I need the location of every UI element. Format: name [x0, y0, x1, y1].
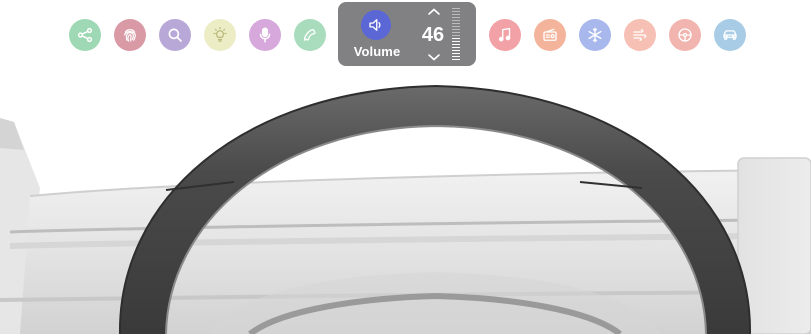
volume-tick — [452, 47, 460, 48]
fingerprint-icon — [124, 29, 136, 42]
volume-tick — [452, 56, 460, 57]
steering-icon — [678, 28, 692, 42]
chevron-down-icon — [428, 54, 440, 61]
lightbulb-button[interactable] — [204, 19, 236, 51]
volume-tick — [452, 53, 460, 54]
lightbulb-icon — [213, 26, 227, 42]
microphone-button[interactable] — [249, 19, 281, 51]
volume-tick — [452, 41, 460, 42]
snowflake-icon — [588, 27, 602, 43]
volume-tick — [452, 11, 460, 12]
volume-tick — [452, 44, 460, 45]
climate-button[interactable] — [579, 19, 611, 51]
volume-tick — [452, 59, 460, 60]
radio-icon — [543, 28, 557, 41]
microphone-icon — [259, 27, 271, 43]
volume-down-button[interactable] — [426, 51, 442, 63]
volume-tick — [452, 35, 460, 36]
share-button[interactable] — [69, 19, 101, 51]
fingerprint-button[interactable] — [114, 19, 146, 51]
volume-tick — [452, 29, 460, 30]
volume-value: 46 — [421, 24, 445, 46]
search-icon — [168, 28, 182, 42]
volume-control-panel: Volume 46 — [338, 2, 476, 66]
music-icon — [498, 27, 511, 42]
phone-icon — [303, 29, 316, 41]
car-icon — [723, 30, 737, 40]
volume-tick — [452, 14, 460, 15]
chevron-up-icon — [428, 8, 440, 15]
volume-label: Volume — [353, 44, 401, 59]
volume-tick — [452, 38, 460, 39]
music-button[interactable] — [489, 19, 521, 51]
volume-tick — [452, 20, 460, 21]
volume-button[interactable] — [361, 10, 391, 40]
radio-button[interactable] — [534, 19, 566, 51]
fan-icon — [633, 29, 647, 41]
search-button[interactable] — [159, 19, 191, 51]
volume-level-slider[interactable] — [452, 8, 460, 62]
share-icon — [77, 27, 93, 43]
quick-controls-bar: Volume 46 — [0, 0, 811, 72]
volume-tick — [452, 26, 460, 27]
volume-tick — [452, 50, 460, 51]
car-button[interactable] — [714, 19, 746, 51]
volume-tick — [452, 8, 460, 9]
volume-tick — [452, 17, 460, 18]
fan-button[interactable] — [624, 19, 656, 51]
volume-tick — [452, 32, 460, 33]
volume-tick — [452, 23, 460, 24]
volume-up-button[interactable] — [426, 6, 442, 18]
speaker-icon — [369, 19, 381, 31]
steering-button[interactable] — [669, 19, 701, 51]
phone-button[interactable] — [294, 19, 326, 51]
